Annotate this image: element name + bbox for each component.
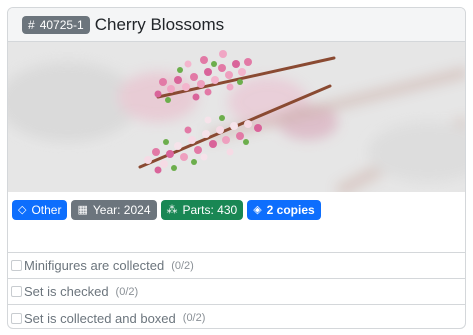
- minifigures-checkbox[interactable]: [11, 260, 22, 271]
- card-header: # 40725-1 Cherry Blossoms: [8, 8, 465, 42]
- set-number: 40725-1: [39, 17, 84, 32]
- check-row-checked[interactable]: Set is checked (0/2): [8, 279, 465, 305]
- set-number-badge[interactable]: # 40725-1: [22, 15, 90, 34]
- check-label: Set is collected and boxed: [24, 310, 176, 326]
- copies-badge[interactable]: ◈ 2 copies: [247, 200, 321, 220]
- check-row-minifigures[interactable]: Minifigures are collected (0/2): [8, 253, 465, 279]
- check-count: (0/2): [115, 285, 139, 298]
- badge-row: ◇ Other ▦ Year: 2024 ⁂ Parts: 430 ◈ 2 co…: [8, 192, 465, 252]
- checked-checkbox[interactable]: [11, 286, 22, 297]
- set-card: # 40725-1 Cherry Blossoms ◇ Other ▦ Year…: [7, 7, 466, 329]
- set-title[interactable]: Cherry Blossoms: [95, 15, 224, 35]
- parts-badge[interactable]: ⁂ Parts: 430: [160, 200, 244, 220]
- check-count: (0/2): [182, 312, 206, 324]
- parts-icon: ⁂: [166, 203, 178, 216]
- check-row-boxed[interactable]: Set is collected and boxed (0/2): [8, 305, 465, 328]
- theme-badge[interactable]: ◇ Other: [12, 200, 68, 220]
- status-checklist: Minifigures are collected (0/2) Set is c…: [8, 252, 465, 328]
- year-badge[interactable]: ▦ Year: 2024: [71, 200, 157, 220]
- theme-label: Other: [31, 203, 62, 217]
- boxed-checkbox[interactable]: [11, 312, 22, 324]
- hash-icon: #: [28, 17, 35, 32]
- tag-icon: ◇: [18, 203, 27, 216]
- calendar-icon: ▦: [77, 203, 88, 216]
- cherry-blossom-image: [8, 42, 465, 192]
- check-label: Minifigures are collected: [24, 258, 165, 273]
- stack-icon: ◈: [253, 203, 262, 216]
- copies-label: 2 copies: [266, 203, 315, 217]
- check-count: (0/2): [171, 259, 194, 272]
- check-label: Set is checked: [24, 284, 109, 299]
- parts-label: Parts: 430: [182, 203, 238, 217]
- set-image[interactable]: [8, 42, 465, 192]
- year-label: Year: 2024: [92, 203, 151, 217]
